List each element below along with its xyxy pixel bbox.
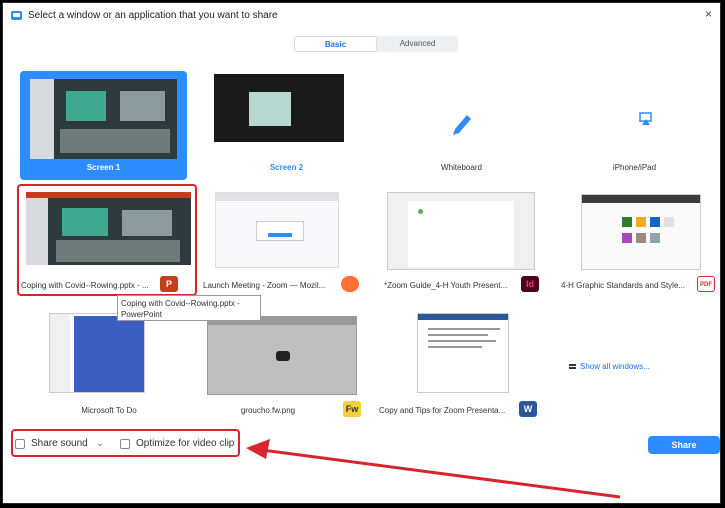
title-bar: Select a window or an application that y… [3, 3, 720, 27]
tile-label: Copy and Tips for Zoom Presenta... [379, 406, 506, 415]
window-title: Select a window or an application that y… [28, 9, 278, 21]
share-screen-dialog: Select a window or an application that y… [2, 2, 721, 504]
todo-thumbnail [49, 313, 145, 393]
word-icon: W [519, 401, 537, 417]
tab-advanced[interactable]: Advanced [377, 36, 458, 52]
close-icon[interactable]: × [705, 7, 712, 21]
tile-window-firefox[interactable]: Launch Meeting - Zoom — Mozil... [200, 188, 370, 292]
firefox-thumbnail [215, 192, 339, 268]
tab-bar: Basic Advanced [294, 36, 458, 52]
screen-2-thumbnail [214, 74, 344, 142]
tile-window-fireworks[interactable]: groucho.fw.png Fw [203, 313, 370, 417]
airplay-icon [639, 112, 652, 125]
tile-whiteboard[interactable]: Whiteboard [378, 71, 545, 180]
airplay-thumbnail [560, 81, 708, 149]
tile-window-word[interactable]: Copy and Tips for Zoom Presenta... W [375, 313, 551, 417]
tooltip-line-2: PowerPoint [121, 310, 162, 319]
firefox-icon [341, 276, 359, 292]
annotation-highlight-options [11, 429, 240, 457]
tooltip: Coping with Covid--Rowing.pptx - PowerPo… [117, 295, 261, 321]
share-button[interactable]: Share [648, 436, 720, 454]
tile-label: Screen 1 [86, 163, 121, 172]
tile-label: Whiteboard [441, 163, 482, 172]
word-thumbnail [417, 313, 509, 393]
tile-screen-1[interactable]: Screen 1 [20, 71, 187, 180]
tab-basic[interactable]: Basic [294, 36, 377, 52]
indesign-thumbnail [387, 192, 535, 270]
screen-1-thumbnail [30, 79, 177, 159]
stack-icon [569, 364, 576, 370]
fireworks-icon: Fw [343, 401, 361, 417]
tile-label: Launch Meeting - Zoom — Mozil... [203, 281, 326, 290]
tooltip-line-1: Coping with Covid--Rowing.pptx - [121, 299, 240, 308]
pdf-thumbnail [581, 194, 701, 270]
show-all-windows-link[interactable]: Show all windows... [569, 362, 650, 371]
indesign-icon: Id [521, 276, 539, 292]
tile-window-todo[interactable]: Microsoft To Do [20, 313, 198, 417]
tile-label: Microsoft To Do [81, 406, 137, 415]
tile-label: Screen 2 [269, 163, 304, 172]
tile-label: iPhone/iPad [612, 163, 657, 172]
tile-label: groucho.fw.png [240, 406, 296, 415]
tile-screen-2[interactable]: Screen 2 [203, 71, 370, 180]
annotation-highlight-pptx [17, 184, 197, 296]
fireworks-thumbnail [207, 316, 357, 395]
tile-label: *Zoom Guide_4-H Youth Present... [384, 281, 508, 290]
tile-iphone-ipad[interactable]: iPhone/iPad [551, 71, 718, 180]
zoom-app-icon [11, 10, 22, 20]
tile-window-pdf[interactable]: 4-H Graphic Standards and Style... PDF [557, 188, 721, 292]
pdf-icon: PDF [697, 276, 715, 292]
tile-label: 4-H Graphic Standards and Style... [561, 281, 686, 290]
tile-window-indesign[interactable]: *Zoom Guide_4-H Youth Present... Id [381, 188, 551, 292]
pen-icon [453, 115, 471, 135]
whiteboard-thumbnail [387, 81, 535, 149]
